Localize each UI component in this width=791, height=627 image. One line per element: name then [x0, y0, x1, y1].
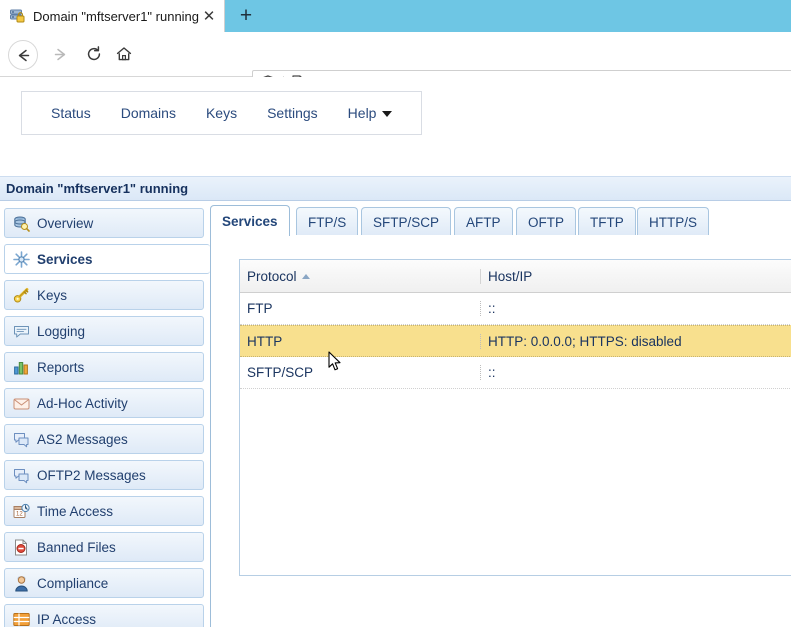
page-title: Domain "mftserver1" running: [6, 181, 188, 196]
sidebar-item-logging-label: Logging: [37, 324, 85, 339]
sidebar-item-banned-files-label: Banned Files: [37, 540, 116, 555]
tab-services[interactable]: Services: [210, 205, 290, 236]
services-grid: Protocol Host/IP FTP :: HTTP HTTP: 0.0.0…: [239, 259, 791, 576]
ip-list-icon: [13, 611, 30, 627]
forward-arrow-icon: [46, 40, 74, 68]
nav-item-status[interactable]: Status: [36, 105, 106, 121]
nav-item-settings[interactable]: Settings: [252, 105, 333, 121]
svg-text:12: 12: [16, 511, 23, 517]
browser-tab-title: Domain "mftserver1" running: [33, 9, 200, 24]
browser-toolbar: localhost:11880/settings/domains/mftserv…: [0, 32, 791, 77]
page-title-banner: Domain "mftserver1" running: [0, 176, 791, 201]
cell-protocol: SFTP/SCP: [240, 365, 480, 380]
column-header-protocol-label: Protocol: [247, 269, 297, 284]
bar-chart-icon: [13, 359, 30, 376]
page-viewport: Status Domains Keys Settings Help Domain…: [0, 77, 791, 627]
grid-header-row: Protocol Host/IP: [240, 260, 791, 293]
tab-sftp-scp[interactable]: SFTP/SCP: [361, 207, 451, 236]
table-row[interactable]: FTP ::: [240, 293, 791, 325]
database-search-icon: [13, 215, 30, 232]
close-icon[interactable]: ✕: [200, 9, 218, 24]
user-shield-icon: [13, 575, 30, 592]
sidebar-item-oftp2-messages-label: OFTP2 Messages: [37, 468, 146, 483]
banned-file-icon: [13, 539, 30, 556]
tab-https[interactable]: HTTP/S: [637, 207, 709, 236]
sidebar-item-ip-access[interactable]: IP Access: [4, 604, 204, 627]
nav-item-domains[interactable]: Domains: [106, 105, 191, 121]
key-icon: [13, 287, 30, 304]
sidebar-item-ad-hoc-activity-label: Ad-Hoc Activity: [37, 396, 128, 411]
sidebar-item-compliance-label: Compliance: [37, 576, 108, 591]
nav-item-keys[interactable]: Keys: [191, 105, 252, 121]
tab-aftp[interactable]: AFTP: [454, 207, 513, 236]
column-header-protocol[interactable]: Protocol: [240, 269, 480, 284]
content-panel: Protocol Host/IP FTP :: HTTP HTTP: 0.0.0…: [210, 235, 791, 627]
sidebar-item-overview[interactable]: Overview: [4, 208, 204, 238]
sidebar-item-banned-files[interactable]: Banned Files: [4, 532, 204, 562]
sidebar-item-logging[interactable]: Logging: [4, 316, 204, 346]
sidebar-item-time-access[interactable]: 12 Time Access: [4, 496, 204, 526]
sidebar-item-services-label: Services: [37, 252, 93, 267]
cell-host-ip: HTTP: 0.0.0.0; HTTPS: disabled: [480, 334, 791, 349]
tab-oftp[interactable]: OFTP: [516, 207, 576, 236]
tab-ftps[interactable]: FTP/S: [296, 207, 358, 236]
sidebar-item-ad-hoc-activity[interactable]: Ad-Hoc Activity: [4, 388, 204, 418]
sidebar-item-ip-access-label: IP Access: [37, 612, 96, 627]
browser-tab-strip: Domain "mftserver1" running ✕ +: [0, 0, 791, 33]
clock-calendar-icon: 12: [13, 503, 30, 520]
sort-ascending-icon: [302, 274, 310, 279]
table-row[interactable]: SFTP/SCP ::: [240, 357, 791, 389]
sidebar-item-keys-label: Keys: [37, 288, 67, 303]
sidebar-item-services[interactable]: Services: [4, 244, 210, 274]
nav-item-help[interactable]: Help: [333, 105, 408, 121]
sidebar-item-as2-messages-label: AS2 Messages: [37, 432, 128, 447]
cell-host-ip: ::: [480, 301, 791, 316]
chevron-down-icon: [382, 111, 392, 117]
table-row[interactable]: HTTP HTTP: 0.0.0.0; HTTPS: disabled: [240, 325, 791, 357]
envelope-icon: [13, 395, 30, 412]
cell-host-ip: ::: [480, 365, 791, 380]
tab-tftp[interactable]: TFTP: [578, 207, 636, 236]
sidebar-item-overview-label: Overview: [37, 216, 93, 231]
sidebar-item-compliance[interactable]: Compliance: [4, 568, 204, 598]
sidebar-item-reports[interactable]: Reports: [4, 352, 204, 382]
column-header-host-ip-label: Host/IP: [488, 269, 532, 284]
speech-bubble-icon: [13, 323, 30, 340]
sidebar-item-time-access-label: Time Access: [37, 504, 113, 519]
sidebar-item-as2-messages[interactable]: AS2 Messages: [4, 424, 204, 454]
server-lock-icon: [10, 8, 26, 24]
services-star-icon: [13, 251, 30, 268]
cell-protocol: HTTP: [240, 334, 480, 349]
sidebar-item-reports-label: Reports: [37, 360, 84, 375]
back-arrow-icon[interactable]: [8, 40, 38, 70]
cell-protocol: FTP: [240, 301, 480, 316]
browser-tab[interactable]: Domain "mftserver1" running ✕: [0, 0, 225, 32]
sidebar-item-keys[interactable]: Keys: [4, 280, 204, 310]
new-tab-area: +: [225, 0, 791, 32]
messages-icon: [13, 467, 30, 484]
app-nav-bar: Status Domains Keys Settings Help: [21, 91, 422, 135]
reload-icon[interactable]: [80, 40, 108, 68]
content-tab-strip: Services FTP/S SFTP/SCP AFTP OFTP TFTP H…: [210, 205, 791, 236]
sidebar-item-oftp2-messages[interactable]: OFTP2 Messages: [4, 460, 204, 490]
sidebar: Overview Services Keys: [4, 208, 204, 627]
column-header-host-ip[interactable]: Host/IP: [480, 269, 791, 284]
nav-item-help-label: Help: [348, 105, 377, 121]
new-tab-button[interactable]: +: [235, 5, 257, 27]
messages-icon: [13, 431, 30, 448]
home-icon[interactable]: [110, 40, 138, 68]
